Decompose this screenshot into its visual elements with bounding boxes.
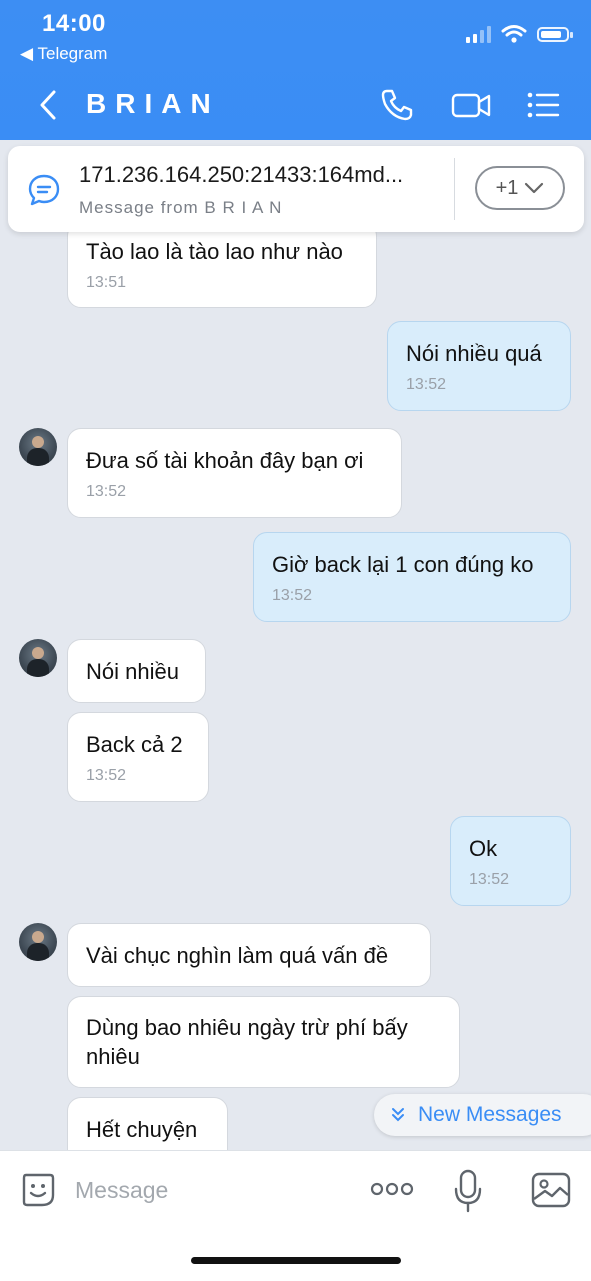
message-bubble[interactable]: Back cả 2 13:52 — [67, 712, 209, 802]
menu-list-icon[interactable] — [524, 86, 562, 124]
message-bubble[interactable]: Hết chuyện — [67, 1097, 228, 1150]
message-text: Đưa số tài khoản đây bạn ơi — [86, 448, 364, 473]
contact-avatar[interactable] — [19, 639, 57, 677]
message-text: Giờ back lại 1 con đúng ko — [272, 552, 534, 577]
more-pinned-button[interactable]: +1 — [475, 166, 565, 210]
message-time: 13:51 — [86, 274, 127, 291]
message-bubble[interactable]: Dùng bao nhiêu ngày trừ phí bấy nhiêu — [67, 996, 460, 1088]
new-messages-button[interactable]: New Messages — [374, 1094, 591, 1136]
message-text: Nói nhiều — [86, 659, 179, 684]
message-text: Back cả 2 — [86, 732, 183, 757]
contact-avatar[interactable] — [19, 923, 57, 961]
message-bubble[interactable]: Ok 13:52 — [450, 816, 571, 906]
message-text: Dùng bao nhiêu ngày trừ phí bấy nhiêu — [86, 1015, 408, 1069]
message-time: 13:52 — [86, 483, 127, 500]
message-bubble[interactable]: Giờ back lại 1 con đúng ko 13:52 — [253, 532, 571, 622]
message-time: 13:52 — [406, 376, 447, 393]
message-text: Hết chuyện — [86, 1117, 198, 1142]
signal-icon — [466, 25, 491, 43]
back-arrow-icon[interactable] — [34, 88, 66, 122]
wifi-icon — [501, 25, 527, 43]
chat-header: 14:00 ◀ Telegram BRIAN — [0, 0, 591, 140]
message-text: Vài chục nghìn làm quá vấn đề — [86, 943, 389, 968]
message-time: 13:52 — [469, 871, 510, 888]
message-text: Nói nhiều quá — [406, 341, 542, 366]
image-gallery-icon[interactable] — [530, 1171, 572, 1209]
battery-icon — [537, 26, 573, 42]
contact-avatar[interactable] — [19, 428, 57, 466]
message-text: Tào lao là tào lao như nào — [86, 239, 343, 264]
message-list[interactable]: Tào lao là tào lao như nào 13:51 Nói nhi… — [0, 232, 591, 1150]
message-time: 13:52 — [272, 587, 313, 604]
double-chevron-down-icon — [392, 1108, 404, 1122]
chat-bubble-icon — [28, 174, 60, 206]
sticker-emoji-icon[interactable] — [20, 1171, 56, 1209]
status-indicators — [466, 24, 573, 44]
more-pinned-count: +1 — [495, 176, 519, 199]
more-options-icon[interactable] — [370, 1181, 414, 1197]
divider — [454, 158, 455, 220]
pinned-message-subtitle: Message from B R I A N — [79, 198, 283, 217]
back-to-telegram-link[interactable]: ◀ Telegram — [20, 44, 107, 64]
message-bubble[interactable]: Nói nhiều quá 13:52 — [387, 321, 571, 411]
message-bubble[interactable]: Đưa số tài khoản đây bạn ơi 13:52 — [67, 428, 402, 518]
message-bubble[interactable]: Tào lao là tào lao như nào 13:51 — [67, 232, 377, 308]
new-messages-label: New Messages — [418, 1103, 562, 1126]
message-bubble[interactable]: Nói nhiều — [67, 639, 206, 703]
chevron-down-icon — [525, 182, 544, 194]
phone-call-icon[interactable] — [378, 86, 416, 124]
pinned-message-bar[interactable]: 171.236.164.250:21433:164md... Message f… — [8, 146, 584, 232]
pinned-message-text: 171.236.164.250:21433:164md... — [79, 162, 404, 187]
video-call-icon[interactable] — [450, 86, 492, 124]
message-time: 13:52 — [86, 767, 127, 784]
chat-title[interactable]: BRIAN — [86, 88, 220, 120]
message-input[interactable]: Message — [75, 1177, 168, 1204]
message-bubble[interactable]: Vài chục nghìn làm quá vấn đề — [67, 923, 431, 987]
home-indicator — [191, 1257, 401, 1264]
message-text: Ok — [469, 836, 498, 861]
microphone-icon[interactable] — [453, 1169, 483, 1213]
status-time: 14:00 — [42, 10, 106, 37]
